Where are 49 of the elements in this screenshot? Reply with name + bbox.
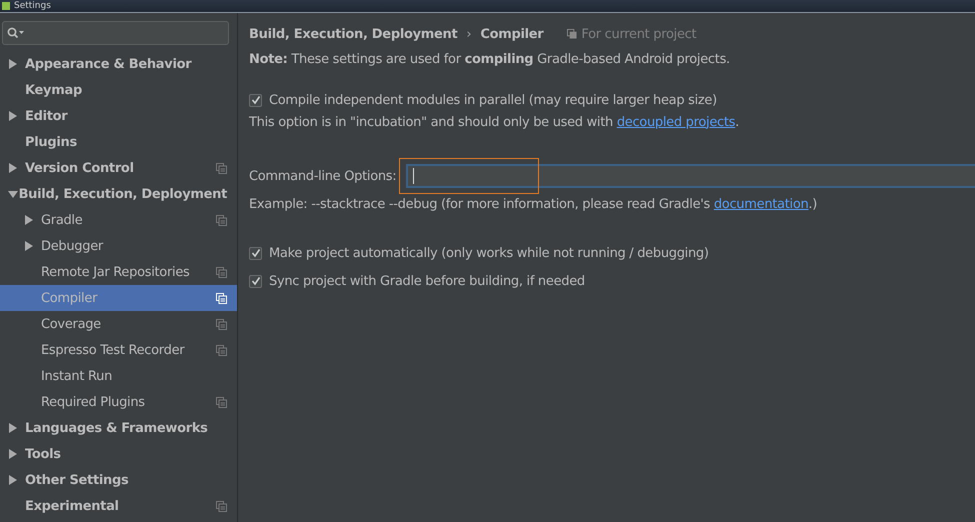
sidebar-item[interactable]: Tools (0, 441, 237, 467)
collapsed-arrow-icon[interactable] (8, 163, 18, 173)
project-scope-icon (567, 29, 578, 39)
collapsed-arrow-icon[interactable] (24, 241, 34, 251)
collapsed-arrow-icon[interactable] (8, 111, 18, 121)
sidebar-item[interactable]: Experimental (0, 493, 237, 519)
collapsed-arrow-icon[interactable] (8, 449, 18, 459)
sidebar-item[interactable]: Version Control (0, 155, 237, 181)
example-text: Example: --stacktrace --debug (for more information, please read Gradle's documentation.) (249, 196, 818, 214)
sidebar-item[interactable]: Coverage (0, 311, 237, 337)
sidebar-item[interactable]: Espresso Test Recorder (0, 337, 237, 363)
decoupled-projects-link[interactable]: decoupled projects (616, 114, 736, 130)
text-cursor (413, 168, 414, 184)
sidebar-item[interactable]: Other Settings (0, 467, 237, 493)
collapsed-arrow-icon[interactable] (8, 475, 18, 485)
sidebar-item[interactable]: Editor (0, 103, 237, 129)
expanded-arrow-icon[interactable] (8, 189, 18, 199)
sidebar-item[interactable]: Instant Run (0, 363, 237, 389)
breadcrumb-item[interactable]: Build, Execution, Deployment (249, 26, 458, 42)
checkbox-label[interactable]: Compile independent modules in parallel (may require larger heap size) (269, 92, 717, 108)
sidebar-item[interactable]: Remote Jar Repositories (0, 259, 237, 285)
checkbox[interactable] (249, 274, 262, 288)
sidebar-item[interactable]: Languages & Frameworks (0, 415, 237, 441)
scope-label: For current project (581, 26, 696, 42)
field-label: Command-line Options: (249, 168, 396, 184)
note-text: Note: These settings are used for compiling Gradle-based Android projects. (249, 52, 731, 69)
sidebar-item[interactable]: Keymap (0, 77, 237, 103)
sidebar-item[interactable]: Appearance & Behavior (0, 51, 237, 77)
sidebar-item[interactable]: Gradle (0, 207, 237, 233)
search-icon (7, 27, 25, 39)
sidebar-item[interactable]: Required Plugins (0, 389, 237, 415)
window-title: Settings (14, 0, 51, 12)
sidebar-item[interactable]: Build, Execution, Deployment (0, 181, 237, 207)
checkbox[interactable] (249, 246, 262, 260)
sidebar-item[interactable]: Plugins (0, 129, 237, 155)
hint-text: This option is in "incubation" and should only be used with decoupled projects. (249, 114, 740, 132)
breadcrumb-item[interactable]: Compiler (480, 26, 544, 42)
checkbox-label[interactable]: Sync project with Gradle before building, if needed (269, 274, 585, 288)
collapsed-arrow-icon[interactable] (8, 59, 18, 69)
command-line-input-field[interactable] (406, 164, 975, 188)
search-field[interactable] (2, 21, 229, 45)
sidebar-item[interactable]: Debugger (0, 233, 237, 259)
checkbox-label[interactable]: Make project automatically (only works while not running / debugging) (269, 246, 709, 260)
collapsed-arrow-icon[interactable] (24, 215, 34, 225)
app-icon (2, 2, 10, 10)
checkbox[interactable] (249, 94, 262, 106)
documentation-link[interactable]: documentation (714, 196, 808, 212)
breadcrumb-separator: › (466, 26, 472, 42)
collapsed-arrow-icon[interactable] (8, 423, 18, 433)
